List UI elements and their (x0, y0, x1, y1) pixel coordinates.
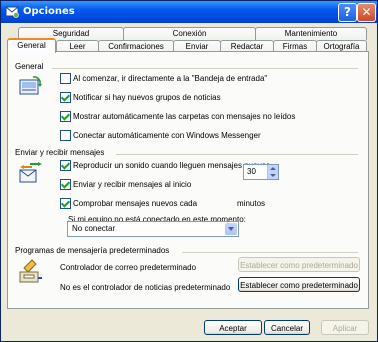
inbox-sync-icon (19, 76, 42, 95)
spinner-arrows[interactable] (267, 165, 278, 179)
cancel-button[interactable]: Cancelar (264, 320, 310, 335)
tab-conexion[interactable]: Conexión (123, 27, 256, 40)
opt-play-sound-checkbox[interactable] (60, 160, 71, 171)
divider (52, 68, 358, 69)
tab-panel-general: General Al comenzar, ir directamente a l… (7, 51, 369, 309)
opt-play-sound-label[interactable]: Reproducir un sonido cuando lleguen mens… (73, 161, 270, 170)
check-interval-spinner[interactable]: 30 (243, 164, 279, 180)
accept-button[interactable]: Aceptar (204, 320, 262, 335)
window-title: Opciones (23, 6, 75, 17)
opt-notify-newsgroups-checkbox[interactable] (60, 92, 71, 103)
chevron-down-icon[interactable] (225, 223, 237, 235)
offline-action-selected[interactable]: No conectar (72, 224, 115, 233)
close-button[interactable]: ✕ (357, 3, 376, 22)
divider (116, 154, 358, 155)
spin-down-icon[interactable] (270, 174, 276, 177)
set-default-news-button[interactable]: Establecer como predeterminado (238, 277, 360, 292)
options-dialog: Opciones ? ✕ Seguridad Conexión Mantenim… (0, 0, 378, 342)
opt-connect-messenger-label[interactable]: Conectar automáticamente con Windows Mes… (73, 131, 261, 140)
opt-notify-newsgroups-label[interactable]: Notificar si hay nuevos grupos de notici… (73, 93, 221, 102)
opt-check-interval-checkbox[interactable] (60, 198, 71, 209)
group-title-send-receive: Enviar y recibir mensajes (15, 148, 105, 157)
set-default-mail-button[interactable]: Establecer como predeterminado (238, 257, 360, 272)
opt-connect-messenger-checkbox[interactable] (60, 130, 71, 141)
tab-mantenimiento[interactable]: Mantenimiento (255, 27, 367, 40)
offline-action-dropdown[interactable]: No conectar (67, 221, 239, 237)
opt-check-interval-label[interactable]: Comprobar mensajes nuevos cada (73, 199, 197, 208)
divider (182, 252, 358, 253)
mail-handler-label: Controlador de correo predeterminado (60, 263, 197, 272)
interval-unit-label: minutos (237, 199, 266, 208)
apply-button[interactable]: Aplicar (321, 320, 369, 335)
opt-send-receive-startup-label[interactable]: Enviar y recibir mensajes al inicio (73, 180, 191, 189)
spin-up-icon[interactable] (270, 167, 276, 170)
news-handler-label: No es el controlador de noticias predete… (60, 283, 231, 292)
opt-go-to-inbox-checkbox[interactable] (60, 73, 71, 84)
mail-handler-icon (19, 259, 42, 283)
opt-show-unread-folders-checkbox[interactable] (60, 111, 71, 122)
opt-go-to-inbox-label[interactable]: Al comenzar, ir directamente a la "Bande… (73, 74, 267, 83)
send-receive-icon (19, 162, 42, 183)
check-interval-value[interactable]: 30 (247, 167, 256, 176)
help-button[interactable]: ? (338, 3, 357, 22)
mail-options-icon (5, 6, 19, 18)
title-bar[interactable]: Opciones ? ✕ (1, 1, 377, 23)
tab-general[interactable]: General (7, 38, 56, 53)
group-title-default-programs: Programas de mensajería predeterminados (15, 246, 170, 255)
opt-show-unread-folders-label[interactable]: Mostrar automáticamente las carpetas con… (73, 112, 295, 121)
opt-send-receive-startup-checkbox[interactable] (60, 179, 71, 190)
group-title-general: General (15, 62, 44, 71)
